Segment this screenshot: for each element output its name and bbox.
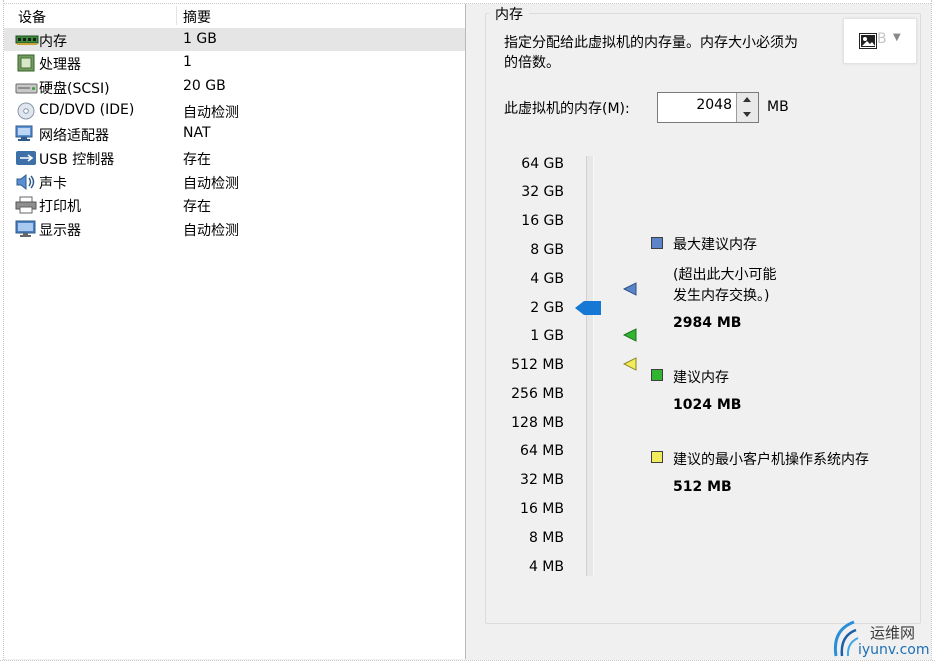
display-icon (15, 220, 36, 237)
slider-tick-label: 8 GB (530, 242, 564, 258)
device-summary: 存在 (183, 199, 211, 215)
device-list-header: 设备 摘要 (4, 4, 465, 26)
memory-description-line1: 指定分配给此虚拟机的内存量。内存大小必须为 (504, 35, 798, 51)
device-name: 声卡 (39, 176, 67, 192)
recommended-marker-icon (623, 328, 637, 342)
slider-tick-label: 64 GB (521, 156, 564, 172)
device-row-printer[interactable]: 打印机 存在 (4, 193, 465, 216)
slider-tick-label: 16 MB (520, 501, 564, 517)
device-list[interactable]: 设备 摘要 内存 1 GB 处理器 1 硬盘(SCSI) 20 GB CD/DV… (4, 4, 466, 659)
max-recommended-note-line1: (超出此大小可能 (673, 267, 777, 283)
max-recommended-legend-icon (651, 237, 663, 249)
max-recommended-note-line2: 发生内存交换。) (673, 288, 770, 304)
memory-slider-thumb[interactable] (575, 300, 601, 316)
device-summary: 自动检测 (183, 176, 239, 192)
device-row-hard-disk[interactable]: 硬盘(SCSI) 20 GB (4, 75, 465, 98)
frame-right (931, 0, 935, 664)
slider-tick-label: 16 GB (521, 213, 564, 229)
slider-tick-label: 128 MB (511, 415, 564, 431)
memory-size-input[interactable]: 2048 (696, 97, 732, 113)
device-name: 显示器 (39, 223, 81, 239)
spin-up-button[interactable] (736, 93, 758, 108)
slider-tick-label: 2 GB (530, 300, 564, 316)
processor-icon (17, 54, 35, 72)
slider-tick-label: 4 GB (530, 271, 564, 287)
slider-tick-label: 4 MB (528, 559, 564, 575)
frame-bottom (0, 660, 935, 665)
device-summary: 20 GB (183, 78, 226, 94)
device-summary: 自动检测 (183, 105, 239, 121)
device-row-processor[interactable]: 处理器 1 (4, 51, 465, 74)
hard-disk-icon (15, 83, 38, 94)
slider-tick-label: 512 MB (511, 357, 564, 373)
memory-icon (15, 35, 39, 45)
minimum-legend-icon (651, 451, 663, 463)
minimum-value: 512 MB (673, 479, 732, 495)
column-separator[interactable] (176, 6, 177, 25)
image-icon (859, 33, 877, 49)
device-row-cd-dvd[interactable]: CD/DVD (IDE) 自动检测 (4, 99, 465, 122)
recommended-value: 1024 MB (673, 397, 742, 413)
recommended-legend-icon (651, 369, 663, 381)
slider-tick-label: 32 MB (520, 472, 564, 488)
memory-description-line2: 的倍数。 (504, 55, 560, 71)
slider-tick-label: 256 MB (511, 386, 564, 402)
cd-dvd-icon (17, 102, 35, 120)
column-header-summary[interactable]: 摘要 (183, 7, 211, 27)
device-name: 打印机 (39, 199, 81, 215)
memory-size-label: 此虚拟机的内存(M): (504, 101, 630, 117)
device-row-network-adapter[interactable]: 网络适配器 NAT (4, 122, 465, 145)
memory-size-stepper[interactable]: 2048 (657, 92, 759, 123)
memory-slider-track[interactable] (586, 156, 594, 576)
column-header-device[interactable]: 设备 (18, 7, 46, 27)
device-summary: 存在 (183, 152, 211, 168)
minimum-marker-icon (623, 357, 637, 371)
device-summary: 1 (183, 54, 192, 70)
device-name: 硬盘(SCSI) (39, 81, 110, 97)
max-recommended-marker-icon (623, 282, 637, 296)
watermark-text-cn: 运维网 (870, 624, 916, 642)
image-button-ghost-text: B (877, 31, 887, 47)
watermark-text-en: iyunv.com (858, 642, 930, 658)
chevron-down-icon: ▼ (893, 32, 901, 43)
printer-icon (15, 196, 37, 214)
max-recommended-title: 最大建议内存 (673, 237, 757, 253)
image-dropdown-button[interactable]: B ▼ (843, 18, 917, 64)
slider-tick-label: 1 GB (530, 328, 564, 344)
device-name: 处理器 (39, 57, 81, 73)
spin-down-button[interactable] (736, 107, 758, 122)
usb-icon (16, 151, 36, 165)
slider-tick-label: 32 GB (521, 184, 564, 200)
max-recommended-value: 2984 MB (673, 315, 742, 331)
memory-description: 指定分配给此虚拟机的内存量。内存大小必须为 的倍数。 (504, 33, 849, 73)
memory-unit-label: MB (767, 99, 789, 115)
device-row-display[interactable]: 显示器 自动检测 (4, 217, 465, 240)
slider-tick-label: 8 MB (528, 530, 564, 546)
device-summary: 1 GB (183, 31, 217, 47)
device-row-memory[interactable]: 内存 1 GB (4, 28, 465, 51)
network-adapter-icon (15, 125, 33, 141)
memory-group-title: 内存 (489, 4, 529, 24)
recommended-title: 建议内存 (673, 370, 729, 386)
device-name: CD/DVD (IDE) (39, 102, 135, 118)
device-name: USB 控制器 (39, 152, 115, 168)
device-name: 内存 (39, 34, 67, 50)
slider-tick-label: 64 MB (520, 443, 564, 459)
device-summary: 自动检测 (183, 223, 239, 239)
device-row-sound-card[interactable]: 声卡 自动检测 (4, 170, 465, 193)
device-summary: NAT (183, 125, 211, 141)
device-row-usb[interactable]: USB 控制器 存在 (4, 146, 465, 169)
device-name: 网络适配器 (39, 128, 109, 144)
minimum-title: 建议的最小客户机操作系统内存 (673, 452, 869, 468)
sound-card-icon (16, 173, 35, 191)
